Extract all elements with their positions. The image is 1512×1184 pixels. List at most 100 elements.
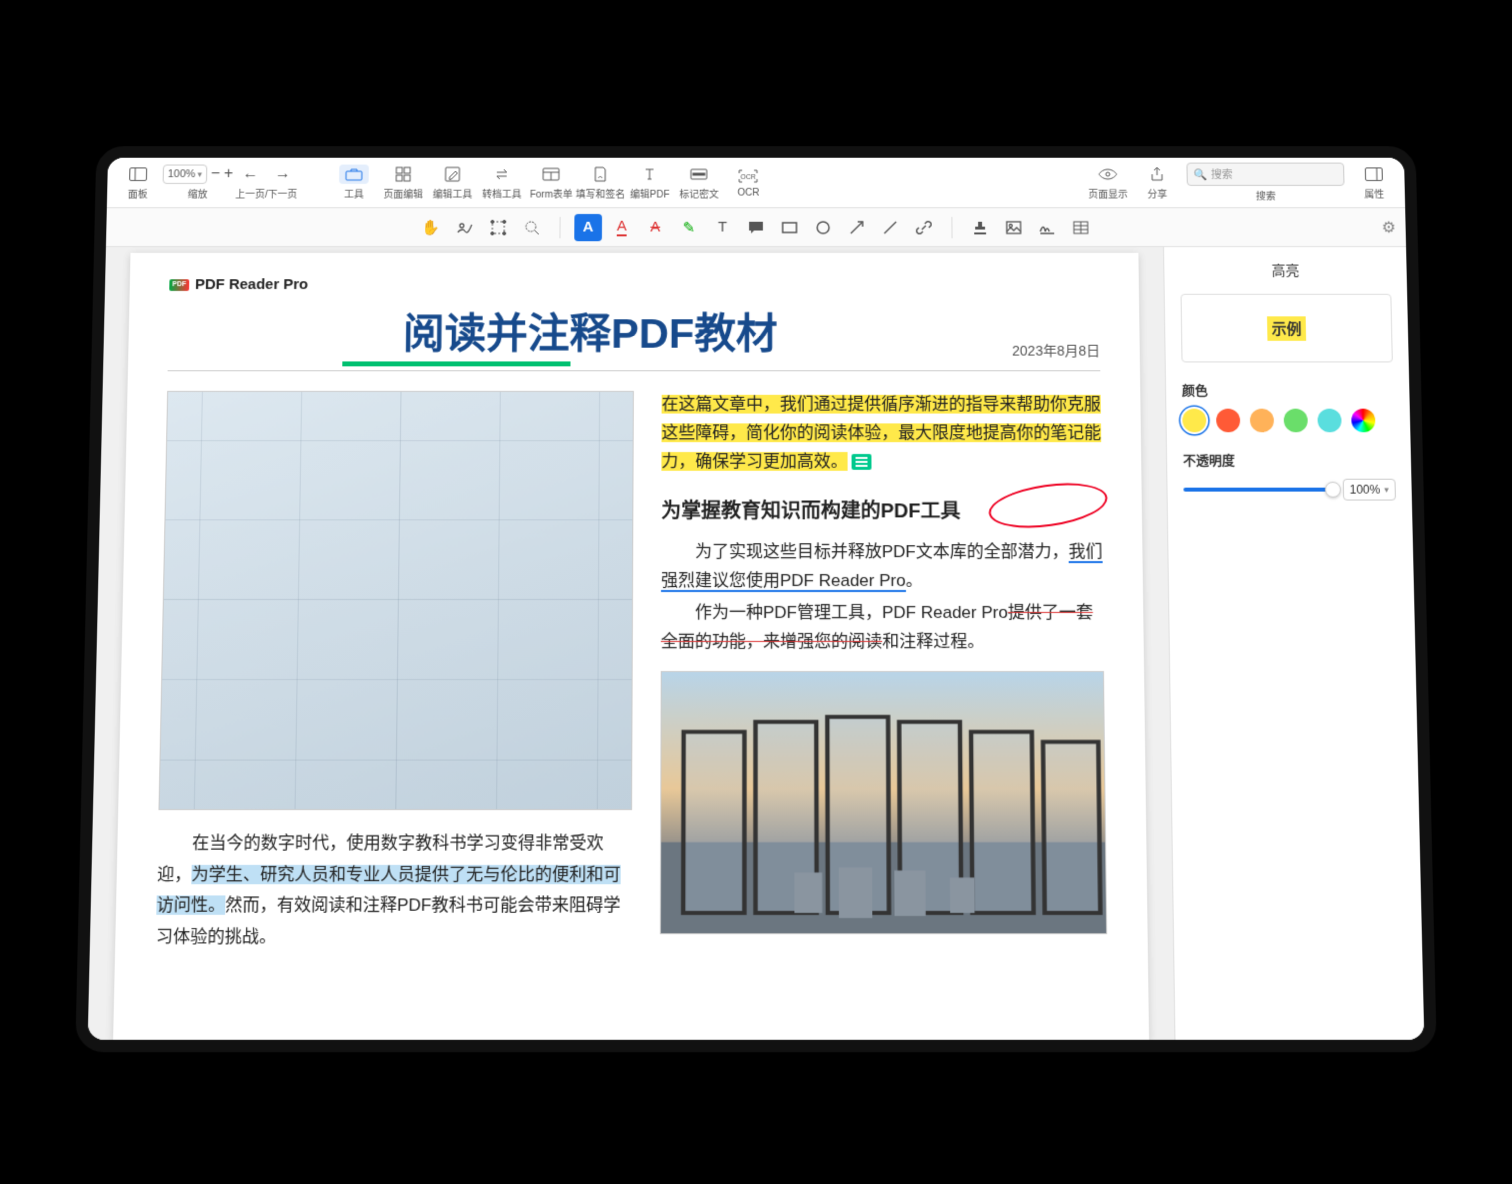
doc-date: 2023年8月8日	[1012, 341, 1100, 361]
opacity-value: 100%	[1349, 483, 1380, 497]
edit-tools-button[interactable]: 编辑工具	[428, 158, 478, 207]
paragraph-2: 为了实现这些目标并释放PDF文本库的全部潜力，我们强烈建议您使用PDF Read…	[661, 538, 1103, 596]
tools-button[interactable]: 工具	[329, 158, 379, 207]
sign-icon	[593, 165, 609, 184]
intro-paragraph: 在这篇文章中，我们通过提供循序渐进的指导来帮助你克服这些障碍，简化你的阅读体验，…	[661, 391, 1101, 477]
line-tool[interactable]	[876, 214, 904, 241]
table-tool[interactable]	[1067, 214, 1095, 241]
redact-icon	[690, 165, 708, 184]
app-logo: PDF PDF Reader Pro	[169, 276, 1099, 293]
link-tool[interactable]	[910, 214, 938, 241]
left-image	[158, 391, 633, 810]
pdf-page: PDF PDF Reader Pro 阅读并注释PDF教材 2023年8月8日 在…	[113, 253, 1149, 1040]
signature-tool[interactable]	[1033, 214, 1061, 241]
doc-title: 阅读并注释PDF教材	[168, 301, 1012, 361]
image-tool[interactable]	[1000, 214, 1028, 241]
search-placeholder: 搜索	[1211, 166, 1233, 181]
properties-panel: 高亮 示例 颜色 不透明度 100%▾	[1163, 247, 1424, 1040]
chevron-down-icon: ▾	[197, 169, 202, 180]
settings-icon[interactable]: ⚙	[1381, 217, 1396, 236]
page-nav-label: 上一页/下一页	[235, 186, 297, 201]
ocr-button[interactable]: OCR OCR	[724, 158, 773, 207]
opacity-slider[interactable]	[1183, 488, 1332, 492]
page-nav-icons: ← →	[242, 165, 291, 184]
text-tool[interactable]: T	[709, 214, 737, 241]
panel-icon	[129, 165, 147, 184]
page-nav[interactable]: ← → 上一页/下一页	[232, 158, 300, 207]
eye-icon	[1098, 165, 1118, 184]
note-annotation-icon[interactable]	[852, 454, 872, 470]
stamp-tool[interactable]	[966, 214, 994, 241]
app-name: PDF Reader Pro	[195, 276, 308, 293]
note-tool[interactable]	[742, 214, 770, 241]
rect-tool[interactable]	[776, 214, 804, 241]
toolbox-icon	[339, 165, 369, 184]
text-edit-icon	[642, 165, 658, 184]
circle-tool[interactable]	[809, 214, 837, 241]
zoom-label: 缩放	[188, 186, 208, 201]
right-image	[660, 671, 1107, 934]
color-swatch-orange[interactable]	[1250, 409, 1274, 433]
display-label: 页面显示	[1088, 186, 1128, 201]
fill-sign-button[interactable]: 填写和签名	[576, 158, 626, 207]
edit-pdf-button[interactable]: 编辑PDF	[625, 158, 674, 207]
share-button[interactable]: 分享	[1132, 158, 1182, 207]
hand-tool[interactable]: ✋	[417, 214, 445, 241]
fill-sign-label: 填写和签名	[576, 186, 625, 201]
share-icon	[1150, 165, 1164, 184]
color-swatches	[1182, 409, 1394, 433]
convert-button[interactable]: 转档工具	[477, 158, 527, 207]
zoom-tool[interactable]	[518, 214, 546, 241]
tools-label: 工具	[344, 186, 364, 201]
search-input[interactable]: 🔍搜索	[1186, 163, 1344, 186]
zoom-out-icon[interactable]: −	[211, 166, 221, 183]
zoom-select[interactable]: 100%▾	[163, 165, 207, 184]
ocr-label: OCR	[737, 188, 759, 199]
page-edit-button[interactable]: 页面编辑	[379, 158, 429, 207]
color-picker-icon[interactable]	[1351, 409, 1375, 433]
color-swatch-green[interactable]	[1284, 409, 1308, 433]
color-swatch-cyan[interactable]	[1317, 409, 1341, 433]
color-swatch-yellow[interactable]	[1182, 409, 1206, 433]
zoom-value: 100%	[168, 168, 196, 180]
form-label: Form表单	[530, 186, 573, 201]
search-group: 🔍搜索 搜索	[1181, 158, 1349, 207]
edit-icon	[445, 165, 461, 184]
highlight-tool[interactable]: A	[574, 214, 602, 241]
read-tool[interactable]	[451, 214, 479, 241]
color-swatch-red[interactable]	[1216, 409, 1240, 433]
main-toolbar: 面板 100%▾ − + 缩放 ← → 上一页/下一页 工具 页面编辑 编辑工具…	[107, 158, 1405, 208]
document-viewport[interactable]: PDF PDF Reader Pro 阅读并注释PDF教材 2023年8月8日 在…	[88, 247, 1175, 1040]
display-button[interactable]: 页面显示	[1083, 158, 1133, 207]
underline-tool[interactable]: A	[608, 214, 636, 241]
form-icon	[542, 165, 560, 184]
highlight-preview: 示例	[1181, 294, 1393, 363]
chevron-down-icon: ▾	[1384, 484, 1389, 495]
yellow-highlight: 在这篇文章中，我们通过提供循序渐进的指导来帮助你克服这些障碍，简化你的阅读体验，…	[661, 395, 1101, 471]
opacity-label: 不透明度	[1183, 450, 1395, 469]
slider-knob[interactable]	[1325, 482, 1341, 498]
zoom-control[interactable]: 100%▾ − + 缩放	[162, 158, 233, 207]
svg-text:OCR: OCR	[741, 174, 756, 181]
properties-button[interactable]: 属性	[1349, 158, 1399, 207]
prev-page-icon[interactable]: ←	[242, 166, 258, 183]
edit-tools-label: 编辑工具	[433, 186, 473, 201]
logo-icon: PDF	[169, 279, 189, 291]
grid-icon	[396, 165, 412, 184]
arrow-tool[interactable]	[843, 214, 871, 241]
annotation-toolbar: ✋ A A A ✎ T ⚙	[106, 208, 1406, 247]
red-circle-annotation	[986, 476, 1111, 534]
next-page-icon[interactable]: →	[275, 166, 291, 183]
title-underline	[342, 361, 570, 366]
ocr-icon: OCR	[739, 166, 759, 185]
select-tool[interactable]	[484, 214, 512, 241]
zoom-in-icon[interactable]: +	[224, 166, 234, 183]
opacity-select[interactable]: 100% ▾	[1342, 479, 1396, 501]
panel-toggle[interactable]: 面板	[113, 158, 163, 207]
sample-text: 示例	[1267, 316, 1305, 340]
redact-button[interactable]: 标记密文	[674, 158, 723, 207]
share-label: 分享	[1147, 186, 1167, 201]
form-button[interactable]: Form表单	[526, 158, 576, 207]
strikeout-tool[interactable]: A	[641, 214, 669, 241]
pen-tool[interactable]: ✎	[675, 214, 703, 241]
